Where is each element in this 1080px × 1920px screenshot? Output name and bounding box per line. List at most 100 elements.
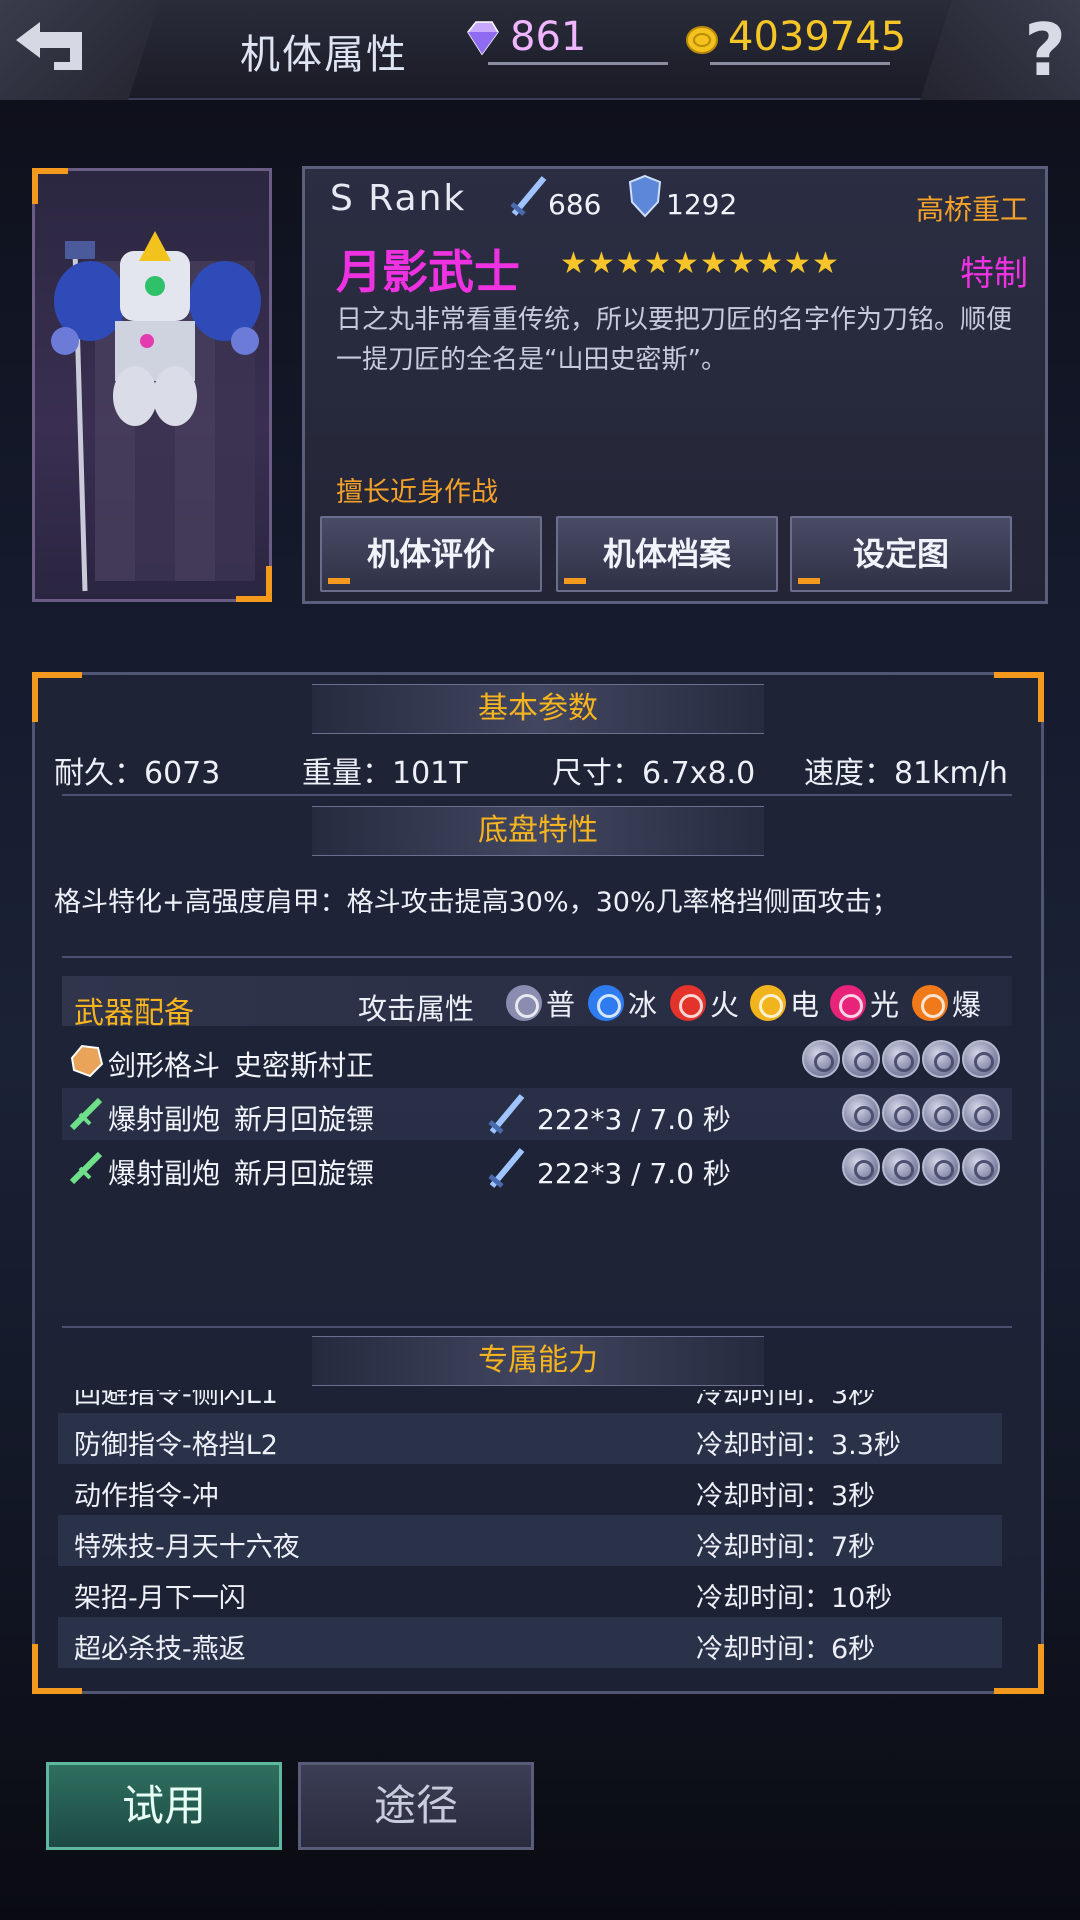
basic-params-heading: 基本参数 xyxy=(312,684,764,734)
ability-name: 架招-月下一闪 xyxy=(74,1583,246,1614)
element-light: 光 xyxy=(830,982,899,1024)
coin-icon xyxy=(686,26,718,54)
ability-cooldown: 冷却时间：3秒 xyxy=(696,1390,876,1410)
ability-row: 防御指令-格挡L2 冷却时间：3.3秒 xyxy=(58,1413,1002,1464)
ability-cooldown: 冷却时间：10秒 xyxy=(696,1583,893,1614)
slot-icon xyxy=(842,1148,880,1186)
star-icon: ★ xyxy=(560,246,587,281)
ability-name: 防御指令-格挡L2 xyxy=(74,1430,278,1461)
unit-specialty: 擅长近身作战 xyxy=(336,477,498,508)
slot-icon xyxy=(842,1040,880,1078)
route-button[interactable]: 途径 xyxy=(298,1762,534,1850)
concept-art-button[interactable]: 设定图 xyxy=(790,516,1012,592)
element-normal: 普 xyxy=(506,982,575,1024)
sword-icon xyxy=(488,1094,525,1134)
ability-row: 超必杀技-燕返 冷却时间：6秒 xyxy=(58,1617,1002,1668)
weapons-heading: 武器配备 xyxy=(74,996,194,1031)
weapon-row[interactable]: 爆射副炮 新月回旋镖 222*3 / 7.0 秒 xyxy=(62,1088,1012,1140)
cannon-icon xyxy=(69,1151,103,1185)
fire-element-icon xyxy=(670,985,706,1021)
element-fire: 火 xyxy=(670,982,739,1024)
star-icon: ★ xyxy=(700,246,727,281)
button-accent xyxy=(564,578,586,584)
sword-icon xyxy=(488,1148,525,1188)
gem-underline xyxy=(488,62,668,65)
weapon-name: 新月回旋镖 xyxy=(234,1103,375,1136)
weapon-damage: 222*3 / 7.0 秒 xyxy=(537,1103,731,1136)
ability-name: 动作指令-冲 xyxy=(74,1481,219,1512)
button-accent xyxy=(328,578,350,584)
slot-icon xyxy=(802,1040,840,1078)
ability-list[interactable]: 回避指令-侧闪L1 冷却时间：3秒 防御指令-格挡L2 冷却时间：3.3秒 动作… xyxy=(58,1390,1002,1680)
shield-icon xyxy=(628,174,662,218)
weapon-type: 爆射副炮 xyxy=(108,1103,221,1136)
corner-accent xyxy=(994,672,1044,722)
element-label: 冰 xyxy=(628,988,658,1022)
coin-underline xyxy=(710,62,890,65)
divider xyxy=(62,956,1012,958)
melee-fist-icon xyxy=(70,1044,104,1078)
element-explosive: 爆 xyxy=(912,982,981,1024)
normal-element-icon xyxy=(506,985,542,1021)
speed-stat: 速度：81km/h xyxy=(804,756,1008,791)
slot-icon xyxy=(922,1148,960,1186)
element-label: 普 xyxy=(546,988,576,1022)
ice-element-icon xyxy=(588,985,624,1021)
weapon-type: 爆射副炮 xyxy=(108,1157,221,1190)
element-slots xyxy=(842,1094,1000,1132)
ability-row: 动作指令-冲 冷却时间：3秒 xyxy=(58,1464,1002,1515)
element-electric: 电 xyxy=(750,982,819,1024)
unit-name: 月影武士 xyxy=(336,245,520,299)
slot-icon xyxy=(842,1094,880,1132)
unit-portrait xyxy=(32,168,272,602)
explosive-element-icon xyxy=(912,985,948,1021)
ability-name: 超必杀技-燕返 xyxy=(74,1634,246,1665)
weapon-row[interactable]: 爆射副炮 新月回旋镖 222*3 / 7.0 秒 xyxy=(62,1142,1012,1194)
electric-element-icon xyxy=(750,985,786,1021)
ability-name: 特殊技-月天十六夜 xyxy=(74,1532,300,1563)
element-slots xyxy=(842,1148,1000,1186)
ability-row: 架招-月下一闪 冷却时间：10秒 xyxy=(58,1566,1002,1617)
star-icon: ★ xyxy=(644,246,671,281)
corner-accent xyxy=(32,672,82,722)
weapon-type: 剑形格斗 xyxy=(108,1049,221,1082)
concept-art-label: 设定图 xyxy=(852,535,949,573)
defense-value: 1292 xyxy=(666,188,738,221)
divider xyxy=(62,1326,1012,1328)
star-icon: ★ xyxy=(756,246,783,281)
light-element-icon xyxy=(830,985,866,1021)
weapon-name: 史密斯村正 xyxy=(234,1049,375,1082)
gem-count: 861 xyxy=(510,14,587,60)
weapon-row[interactable]: 剑形格斗 史密斯村正 xyxy=(62,1034,1012,1086)
unit-archive-button[interactable]: 机体档案 xyxy=(556,516,778,592)
element-label: 光 xyxy=(870,988,900,1022)
ability-cooldown: 冷却时间：7秒 xyxy=(696,1532,876,1563)
chassis-heading: 底盘特性 xyxy=(312,806,764,856)
weight-stat: 重量：101T xyxy=(302,756,468,791)
slot-icon xyxy=(882,1094,920,1132)
divider xyxy=(62,794,1012,796)
star-icon: ★ xyxy=(588,246,615,281)
star-rating: ★ ★ ★ ★ ★ ★ ★ ★ ★ ★ xyxy=(560,246,840,281)
slot-icon xyxy=(962,1094,1000,1132)
abilities-heading: 专属能力 xyxy=(312,1336,764,1386)
unit-review-button[interactable]: 机体评价 xyxy=(320,516,542,592)
slot-icon xyxy=(882,1040,920,1078)
try-button[interactable]: 试用 xyxy=(46,1762,282,1850)
element-label: 电 xyxy=(790,988,820,1022)
slot-icon xyxy=(922,1040,960,1078)
ability-row: 回避指令-侧闪L1 冷却时间：3秒 xyxy=(58,1390,1002,1413)
button-accent xyxy=(798,578,820,584)
slot-icon xyxy=(922,1094,960,1132)
unit-description: 日之丸非常看重传统，所以要把刀匠的名字作为刀铭。顺便一提刀匠的全名是“山田史密斯… xyxy=(336,305,1013,375)
star-icon: ★ xyxy=(616,246,643,281)
gem-icon xyxy=(467,21,499,56)
star-icon: ★ xyxy=(812,246,839,281)
star-icon: ★ xyxy=(728,246,755,281)
unit-rank: S Rank xyxy=(330,178,467,219)
special-tag: 特制 xyxy=(960,254,1028,294)
weapon-name: 新月回旋镖 xyxy=(234,1157,375,1190)
slot-icon xyxy=(962,1148,1000,1186)
element-slots xyxy=(802,1040,1000,1078)
element-label: 爆 xyxy=(952,988,982,1022)
